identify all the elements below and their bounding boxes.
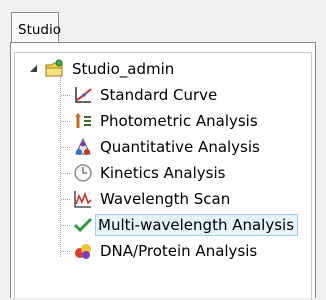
- folder-user-icon: [45, 59, 63, 77]
- photometric-icon: [75, 113, 91, 128]
- tab-studio[interactable]: Studio: [11, 12, 61, 42]
- quantitative-icon: [75, 137, 91, 155]
- dna-protein-icon: [75, 244, 91, 259]
- tree-item-kinetics-analysis[interactable]: Kinetics Analysis: [72, 162, 225, 184]
- checkmark-icon: [73, 217, 93, 233]
- tree-item-dna-protein-analysis[interactable]: DNA/Protein Analysis: [72, 240, 257, 262]
- tree-item-label: Quantitative Analysis: [100, 138, 260, 156]
- tree-root-label: Studio_admin: [72, 60, 175, 78]
- kinetics-icon: [74, 164, 92, 182]
- tree-item-label: DNA/Protein Analysis: [100, 242, 258, 260]
- collapse-arrow-icon[interactable]: [29, 64, 38, 73]
- tree-root-studio-admin[interactable]: Studio_admin: [44, 58, 174, 80]
- tree-item-label: Multi-wavelength Analysis: [94, 214, 299, 236]
- tree-item-label: Photometric Analysis: [100, 112, 258, 130]
- tree-item-multi-wavelength-analysis[interactable]: Multi-wavelength Analysis: [72, 214, 299, 236]
- tree-item-label: Kinetics Analysis: [100, 164, 226, 182]
- tree-item-photometric-analysis[interactable]: Photometric Analysis: [72, 110, 258, 132]
- tree-item-standard-curve[interactable]: Standard Curve: [72, 84, 217, 106]
- standard-curve-icon: [75, 87, 92, 103]
- tree-item-label: Wavelength Scan: [100, 190, 231, 208]
- tab-strip: Studio: [0, 0, 326, 46]
- tree-item-label: Standard Curve: [100, 86, 218, 104]
- tree-item-wavelength-scan[interactable]: Wavelength Scan: [72, 188, 230, 210]
- wavelength-scan-icon: [74, 191, 92, 208]
- tree-item-quantitative-analysis[interactable]: Quantitative Analysis: [72, 136, 260, 158]
